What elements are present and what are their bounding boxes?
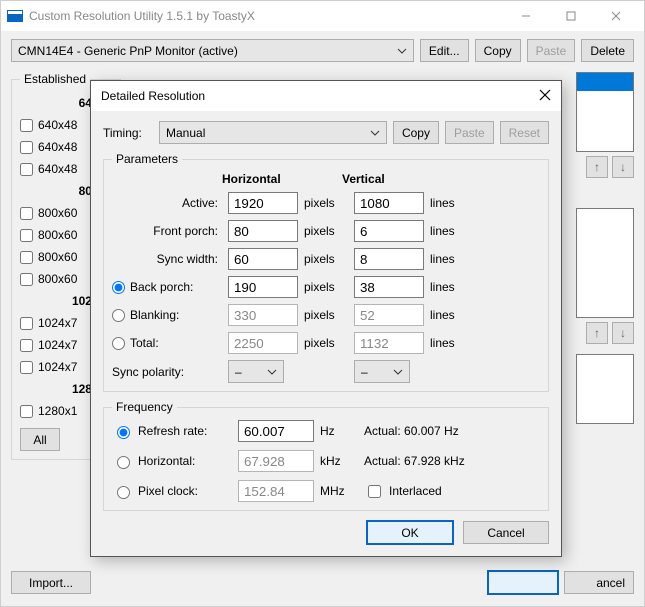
close-button[interactable] (593, 1, 638, 31)
close-icon[interactable] (539, 89, 551, 104)
unit-label: pixels (304, 196, 348, 210)
sync-width-h-input[interactable] (228, 248, 298, 270)
sync-polarity-label: Sync polarity: (112, 365, 222, 379)
unit-label: lines (430, 308, 474, 322)
unit-label: kHz (320, 454, 358, 468)
frequency-legend: Frequency (112, 400, 177, 414)
all-button[interactable]: All (20, 428, 60, 451)
active-v-input[interactable] (354, 192, 424, 214)
front-porch-label: Front porch: (112, 224, 222, 238)
window-controls (503, 1, 638, 31)
back-porch-radio[interactable]: Back porch: (112, 280, 222, 294)
unit-label: lines (430, 196, 474, 210)
back-porch-v-input[interactable] (354, 276, 424, 298)
refresh-actual: Actual: 60.007 Hz (364, 424, 534, 438)
vertical-header: Vertical (342, 172, 456, 186)
listbox[interactable] (576, 72, 634, 152)
pixel-clock-radio[interactable]: Pixel clock: (112, 483, 232, 499)
unit-label: lines (430, 224, 474, 238)
unit-label: lines (430, 336, 474, 350)
sync-width-v-input[interactable] (354, 248, 424, 270)
total-radio[interactable]: Total: (112, 336, 222, 350)
unit-label: pixels (304, 252, 348, 266)
timing-select-value: Manual (166, 126, 205, 140)
timing-copy-button[interactable]: Copy (393, 121, 439, 144)
frequency-fieldset: Frequency Refresh rate: Hz Actual: 60.00… (103, 400, 549, 511)
parameters-legend: Parameters (112, 152, 182, 166)
total-v-input (354, 332, 424, 354)
chevron-down-icon (393, 367, 403, 377)
back-porch-h-input[interactable] (228, 276, 298, 298)
dialog-titlebar: Detailed Resolution (91, 81, 561, 111)
horizontal-actual: Actual: 67.928 kHz (364, 454, 534, 468)
parameters-fieldset: Parameters Horizontal Vertical Active: p… (103, 152, 549, 392)
unit-label: pixels (304, 308, 348, 322)
established-legend: Established (20, 72, 90, 86)
total-h-input (228, 332, 298, 354)
sync-polarity-h-select[interactable]: – (228, 360, 284, 383)
edit-button[interactable]: Edit... (420, 39, 469, 62)
unit-label: lines (430, 280, 474, 294)
listbox[interactable] (576, 208, 634, 318)
detailed-resolution-dialog: Detailed Resolution Timing: Manual Copy … (90, 80, 562, 557)
paste-button[interactable]: Paste (527, 39, 576, 62)
chevron-down-icon (267, 367, 277, 377)
move-up-button[interactable]: ↑ (586, 322, 608, 344)
blanking-radio[interactable]: Blanking: (112, 308, 222, 322)
cancel-button[interactable]: Cancel (463, 521, 549, 544)
move-down-button[interactable]: ↓ (612, 322, 634, 344)
titlebar: Custom Resolution Utility 1.5.1 by Toast… (1, 1, 644, 31)
chevron-down-icon (370, 128, 380, 138)
timing-reset-button[interactable]: Reset (500, 121, 549, 144)
dialog-title: Detailed Resolution (101, 89, 205, 103)
refresh-rate-radio[interactable]: Refresh rate: (112, 423, 232, 439)
monitor-select[interactable]: CMN14E4 - Generic PnP Monitor (active) (11, 39, 414, 62)
timing-label: Timing: (103, 126, 153, 140)
interlaced-checkbox[interactable]: Interlaced (364, 482, 534, 501)
sync-width-label: Sync width: (112, 252, 222, 266)
import-button[interactable]: Import... (11, 571, 91, 594)
list-item[interactable] (577, 73, 633, 91)
sync-polarity-v-select[interactable]: – (354, 360, 410, 383)
move-down-button[interactable]: ↓ (612, 156, 634, 178)
hidden-cancel-button[interactable]: ancel (564, 571, 634, 594)
horizontal-header: Horizontal (222, 172, 336, 186)
delete-button[interactable]: Delete (581, 39, 634, 62)
unit-label: pixels (304, 224, 348, 238)
monitor-select-value: CMN14E4 - Generic PnP Monitor (active) (18, 44, 238, 58)
front-porch-h-input[interactable] (228, 220, 298, 242)
pixel-clock-input (238, 480, 314, 502)
timing-select[interactable]: Manual (159, 121, 387, 144)
minimize-button[interactable] (503, 1, 548, 31)
move-up-button[interactable]: ↑ (586, 156, 608, 178)
blanking-v-input (354, 304, 424, 326)
app-icon (7, 10, 23, 22)
maximize-button[interactable] (548, 1, 593, 31)
copy-button[interactable]: Copy (475, 39, 521, 62)
blanking-h-input (228, 304, 298, 326)
unit-label: lines (430, 252, 474, 266)
unit-label: pixels (304, 336, 348, 350)
listbox[interactable] (576, 354, 634, 424)
horizontal-input (238, 450, 314, 472)
unit-label: Hz (320, 424, 358, 438)
unit-label: MHz (320, 484, 358, 498)
active-label: Active: (112, 196, 222, 210)
front-porch-v-input[interactable] (354, 220, 424, 242)
horizontal-radio[interactable]: Horizontal: (112, 453, 232, 469)
timing-paste-button[interactable]: Paste (445, 121, 494, 144)
window-title: Custom Resolution Utility 1.5.1 by Toast… (29, 9, 503, 23)
hidden-primary-button[interactable] (488, 571, 558, 594)
ok-button[interactable]: OK (367, 521, 453, 544)
chevron-down-icon (397, 46, 407, 56)
unit-label: pixels (304, 280, 348, 294)
refresh-rate-input[interactable] (238, 420, 314, 442)
active-h-input[interactable] (228, 192, 298, 214)
